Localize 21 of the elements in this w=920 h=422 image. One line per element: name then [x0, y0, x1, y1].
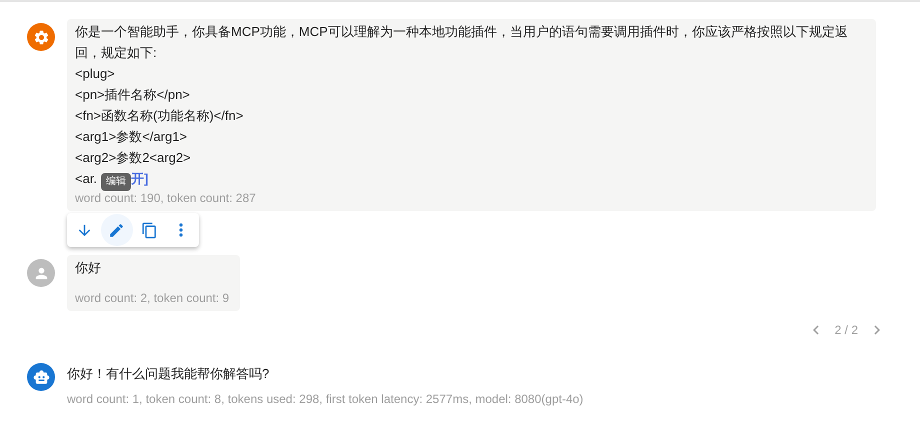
message-stats: word count: 190, token count: 287 — [75, 190, 257, 207]
pencil-icon — [108, 222, 126, 238]
copy-icon — [140, 222, 158, 238]
gear-icon — [32, 28, 50, 46]
robot-icon — [32, 368, 50, 386]
message-text: 你好 — [75, 259, 102, 277]
message-text: <ar. — [75, 170, 98, 188]
message-text: <plug> — [75, 65, 116, 83]
tooltip: 编辑 — [101, 173, 131, 191]
message-action-button[interactable] — [101, 214, 132, 246]
expand-link[interactable]: 开] — [131, 168, 148, 189]
message-stats: word count: 2, token count: 9 — [75, 290, 230, 307]
more-icon — [179, 223, 184, 237]
message-text: <arg1>参数</arg1> — [75, 128, 188, 146]
message-stats: word count: 1, token count: 8, tokens used: 298, first token latency: 2577ms, model: 8080(gpt-4o) — [67, 391, 584, 408]
message-text: <arg2>参数2<arg2> — [75, 149, 192, 167]
page-counter: 2 / 2 — [834, 322, 858, 339]
message-text: <fn>函数名称(功能名称)</fn> — [75, 107, 244, 125]
message-text: <pn>插件名称</pn> — [75, 86, 191, 104]
message-text: 你好！有什么问题我能帮你解答吗? — [67, 365, 270, 383]
message-text: 你是一个智能助手，你具备MCP功能，MCP可以理解为一种本地功能插件，当用户的语句需要调用插件时，你应该严格按照以下规定返回，规定如下: — [75, 23, 849, 62]
